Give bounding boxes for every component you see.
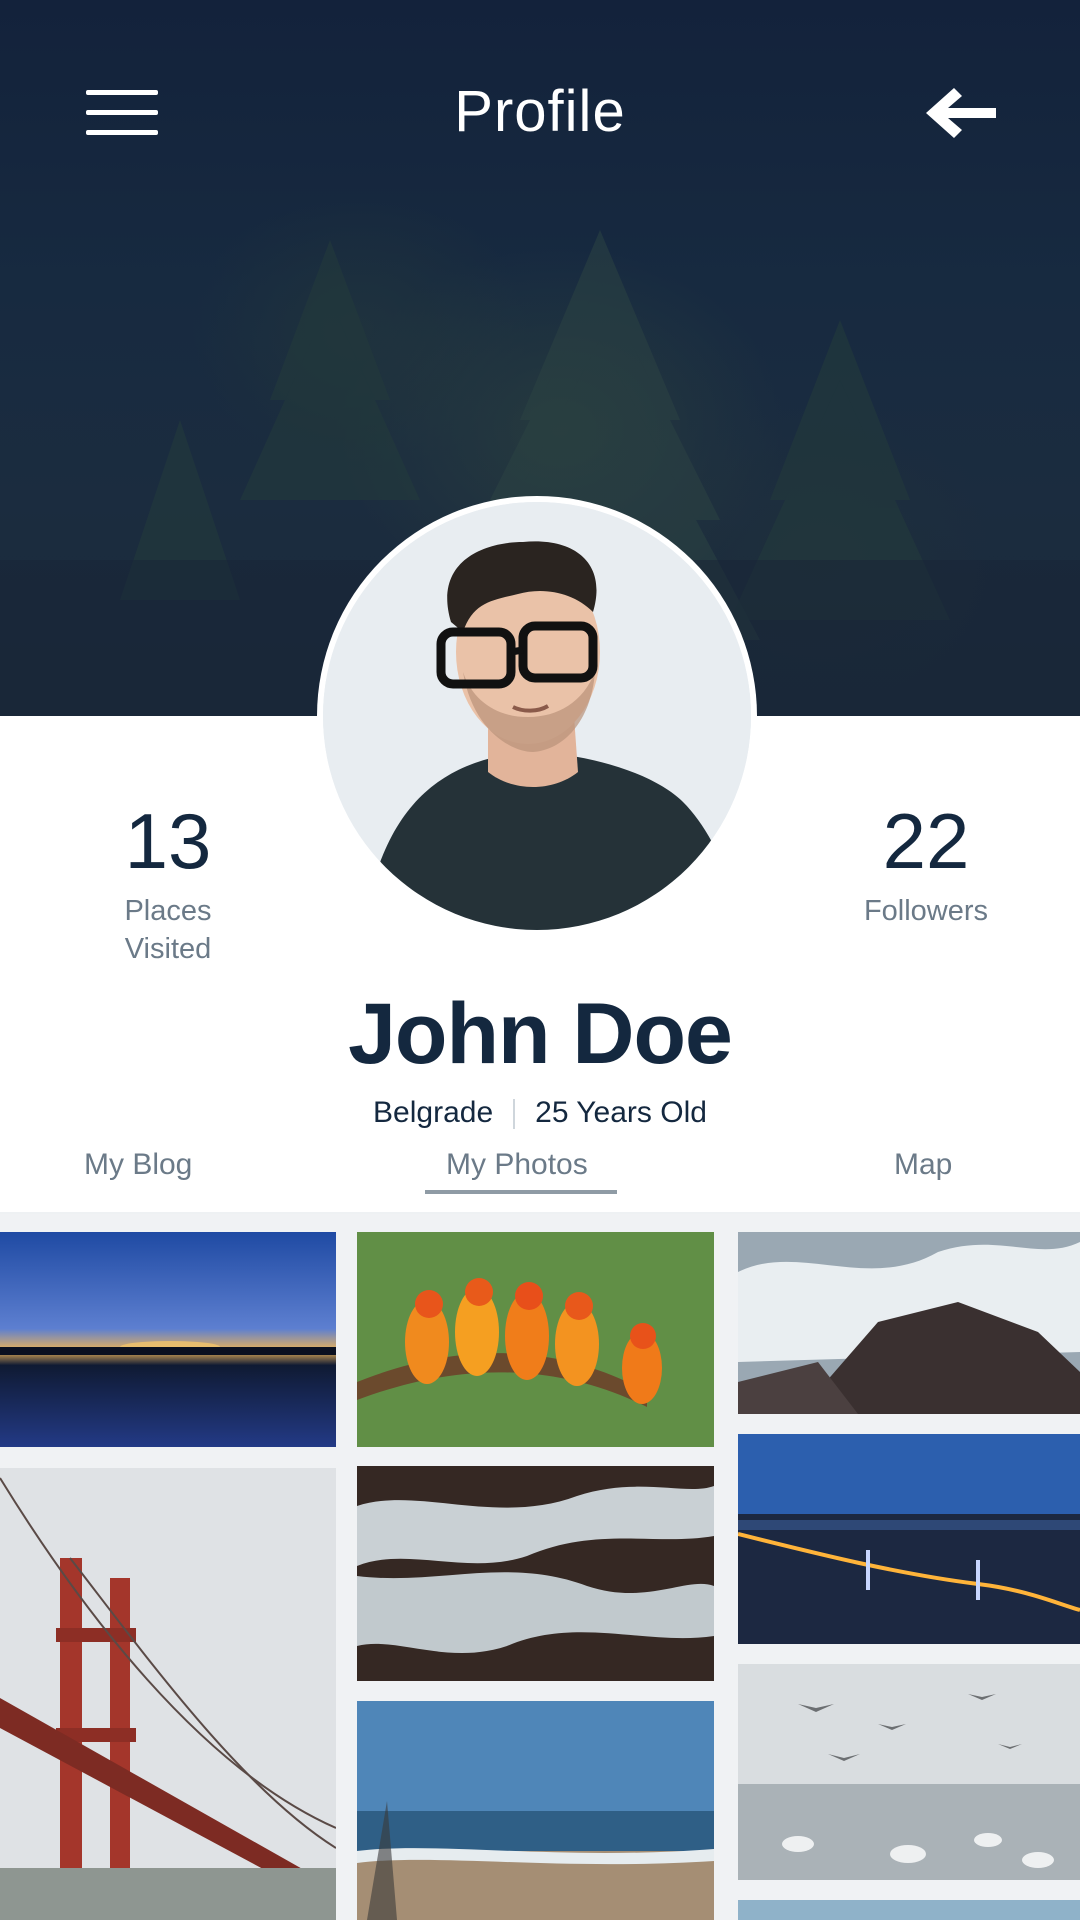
- photo-lake-sunset[interactable]: [0, 1232, 336, 1447]
- photo-partial[interactable]: [738, 1900, 1080, 1920]
- tab-my-blog[interactable]: My Blog: [84, 1148, 192, 1182]
- meta-divider: [513, 1099, 516, 1130]
- tab-my-photos[interactable]: My Photos: [446, 1148, 588, 1182]
- photo-city-bridge-night[interactable]: [738, 1434, 1080, 1644]
- avatar-photo: [323, 502, 751, 930]
- page-title: Profile: [454, 79, 626, 144]
- profile-avatar[interactable]: [323, 502, 751, 930]
- stat-places-visited[interactable]: 13 Places Visited: [88, 802, 248, 968]
- tab-map[interactable]: Map: [894, 1148, 952, 1182]
- profile-meta: Belgrade 25 Years Old: [0, 1096, 1080, 1130]
- places-visited-label: Places Visited: [124, 895, 212, 965]
- photo-seagulls-on-water[interactable]: [738, 1664, 1080, 1880]
- followers-label: Followers: [863, 895, 989, 927]
- profile-city: Belgrade: [373, 1096, 494, 1129]
- profile-tabs: My Blog My Photos Map: [0, 1148, 1080, 1210]
- places-visited-count: 13: [124, 797, 212, 885]
- photo-waves-on-rocks[interactable]: [738, 1232, 1080, 1414]
- photo-beach-shore[interactable]: [357, 1701, 714, 1920]
- arrow-left-icon: [926, 88, 996, 138]
- photo-parrots-on-branch[interactable]: [357, 1232, 714, 1447]
- profile-name: John Doe: [348, 986, 733, 1082]
- photo-sea-foam-aerial[interactable]: [357, 1466, 714, 1681]
- profile-age: 25 Years Old: [535, 1096, 707, 1129]
- photo-golden-gate-bridge[interactable]: [0, 1468, 336, 1920]
- followers-count: 22: [882, 797, 970, 885]
- back-button[interactable]: [926, 88, 996, 138]
- active-tab-indicator: [425, 1190, 617, 1194]
- stat-followers[interactable]: 22 Followers: [836, 802, 1016, 930]
